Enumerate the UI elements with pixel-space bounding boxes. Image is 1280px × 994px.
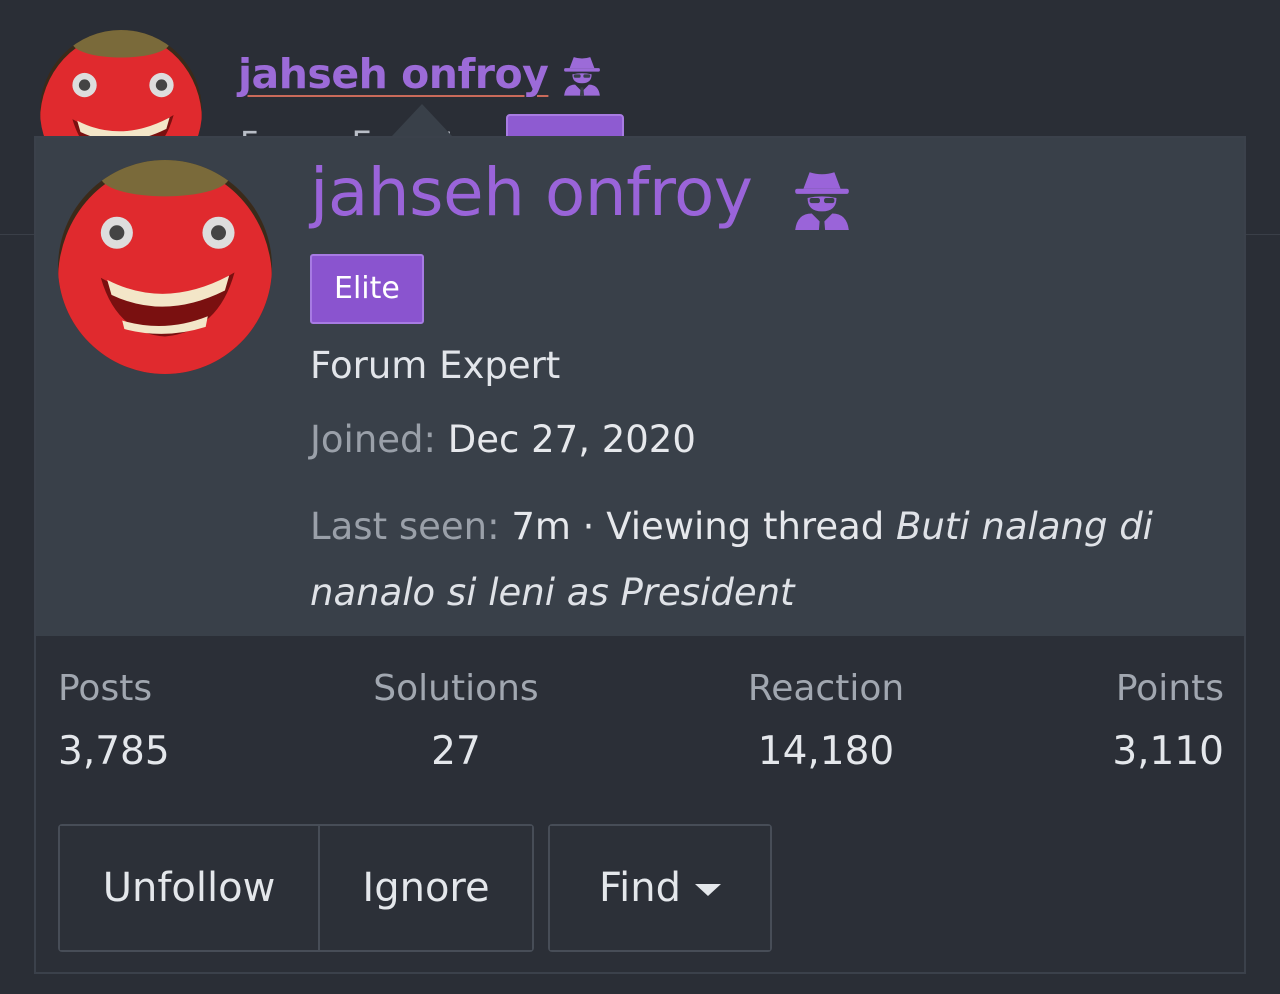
caret-down-icon	[694, 884, 721, 896]
stat-solutions[interactable]: Solutions 27	[366, 668, 546, 774]
member-avatar[interactable]	[58, 160, 272, 374]
stat-value: 3,110	[1112, 729, 1224, 774]
find-button-label: Find	[599, 865, 681, 911]
last-seen-value: 7m · Viewing thread	[511, 505, 885, 548]
stat-value: 3,785	[58, 729, 170, 774]
spy-icon	[560, 52, 604, 98]
member-stats: Posts 3,785 Solutions 27 Reaction 14,180…	[36, 668, 1244, 788]
popup-pointer	[392, 104, 452, 136]
follow-ignore-group: Unfollow Ignore	[58, 824, 534, 952]
stat-value: 14,180	[757, 729, 895, 774]
stat-label: Points	[1115, 668, 1224, 709]
user-title: Forum Expert	[310, 344, 561, 387]
post-username-link[interactable]: jahseh onfroy	[238, 50, 549, 98]
stat-label: Posts	[58, 668, 153, 709]
joined-date: Dec 27, 2020	[447, 418, 696, 461]
find-dropdown-button[interactable]: Find	[550, 826, 770, 950]
joined-label: Joined:	[310, 418, 436, 461]
stat-points[interactable]: Points 3,110	[1112, 668, 1224, 774]
find-menu-wrapper: Find	[548, 824, 772, 952]
member-tooltip-card: jahseh onfroy Elite Forum Expert Joined:…	[34, 136, 1246, 974]
unfollow-button[interactable]: Unfollow	[60, 826, 320, 950]
stat-label: Reaction	[747, 668, 905, 709]
ignore-button[interactable]: Ignore	[320, 826, 532, 950]
last-seen-info: Last seen: 7m · Viewing thread Buti nala…	[310, 494, 1210, 626]
member-username[interactable]: jahseh onfroy	[310, 154, 753, 231]
spy-icon	[788, 166, 856, 232]
joined-info: Joined: Dec 27, 2020	[310, 418, 696, 461]
member-card-header: jahseh onfroy Elite Forum Expert Joined:…	[36, 138, 1244, 636]
stat-posts[interactable]: Posts 3,785	[58, 668, 170, 774]
stat-reaction[interactable]: Reaction 14,180	[736, 668, 916, 774]
last-seen-label: Last seen:	[310, 505, 500, 548]
user-badge-elite: Elite	[310, 254, 424, 324]
stat-label: Solutions	[373, 668, 539, 709]
stat-value: 27	[431, 729, 481, 774]
